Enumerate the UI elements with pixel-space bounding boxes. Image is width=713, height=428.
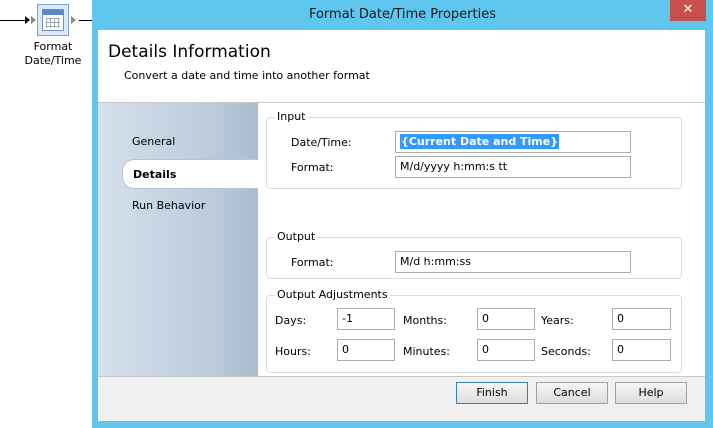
months-label: Months:: [403, 314, 447, 327]
output-format-field[interactable]: M/d h:mm:ss: [395, 251, 631, 273]
input-format-label: Format:: [291, 161, 334, 174]
months-input[interactable]: 0: [477, 308, 535, 330]
finish-button[interactable]: Finish: [456, 382, 528, 404]
close-icon: ✕: [682, 2, 694, 17]
connector-line-out: [79, 20, 92, 21]
sidebar-item-details[interactable]: Details: [122, 159, 258, 189]
date-time-label: Date/Time:: [291, 136, 352, 149]
properties-dialog: Format Date/Time Properties ✕ Details In…: [92, 0, 713, 428]
help-button[interactable]: Help: [615, 382, 687, 404]
sidebar-item-general[interactable]: General: [98, 127, 258, 157]
details-panel: Input Date/Time: {Current Date and Time}…: [258, 103, 705, 376]
output-adjustments-group: Output Adjustments Days: -1 Months: 0 Ye…: [266, 288, 682, 373]
years-label: Years:: [541, 314, 574, 327]
output-format-label: Format:: [291, 256, 334, 269]
hours-label: Hours:: [275, 345, 311, 358]
output-port-icon[interactable]: [71, 16, 76, 24]
hours-input[interactable]: 0: [337, 339, 395, 361]
output-group-title: Output: [275, 230, 318, 243]
date-time-value: {Current Date and Time}: [400, 134, 560, 149]
cancel-button[interactable]: Cancel: [536, 382, 608, 404]
arrow-in-icon: [25, 16, 30, 24]
calendar-icon[interactable]: [37, 4, 69, 36]
page-subtitle: Convert a date and time into another for…: [124, 69, 370, 82]
output-group: Output Format: M/d h:mm:ss: [266, 230, 682, 279]
sidebar-item-run-behavior[interactable]: Run Behavior: [98, 191, 258, 221]
connector-line-in: [0, 20, 26, 21]
seconds-label: Seconds:: [541, 345, 591, 358]
dialog-header: Details Information Convert a date and t…: [98, 30, 705, 103]
sidebar-nav: General Details Run Behavior: [98, 103, 258, 376]
node-label-line1: Format: [33, 40, 73, 53]
input-format-field[interactable]: M/d/yyyy h:mm:s tt: [395, 156, 631, 178]
input-group: Input Date/Time: {Current Date and Time}…: [266, 110, 682, 189]
workflow-node[interactable]: Format Date/Time: [0, 4, 92, 74]
page-title: Details Information: [108, 42, 271, 62]
days-label: Days:: [275, 314, 307, 327]
minutes-input[interactable]: 0: [477, 339, 535, 361]
close-button[interactable]: ✕: [670, 0, 706, 21]
minutes-label: Minutes:: [403, 345, 451, 358]
node-label: Format Date/Time: [16, 40, 90, 68]
input-port-icon[interactable]: [31, 16, 36, 24]
title-bar[interactable]: Format Date/Time Properties ✕: [92, 0, 713, 30]
dialog-footer: Finish Cancel Help: [98, 376, 705, 421]
date-time-field[interactable]: {Current Date and Time}: [395, 131, 631, 153]
seconds-input[interactable]: 0: [612, 339, 671, 361]
dialog-title: Format Date/Time Properties: [308, 7, 497, 22]
years-input[interactable]: 0: [612, 308, 671, 330]
days-input[interactable]: -1: [337, 308, 395, 330]
node-label-line2: Date/Time: [24, 54, 82, 67]
output-adjustments-title: Output Adjustments: [275, 288, 390, 301]
dialog-client: Details Information Convert a date and t…: [98, 30, 705, 421]
input-group-title: Input: [275, 110, 308, 123]
